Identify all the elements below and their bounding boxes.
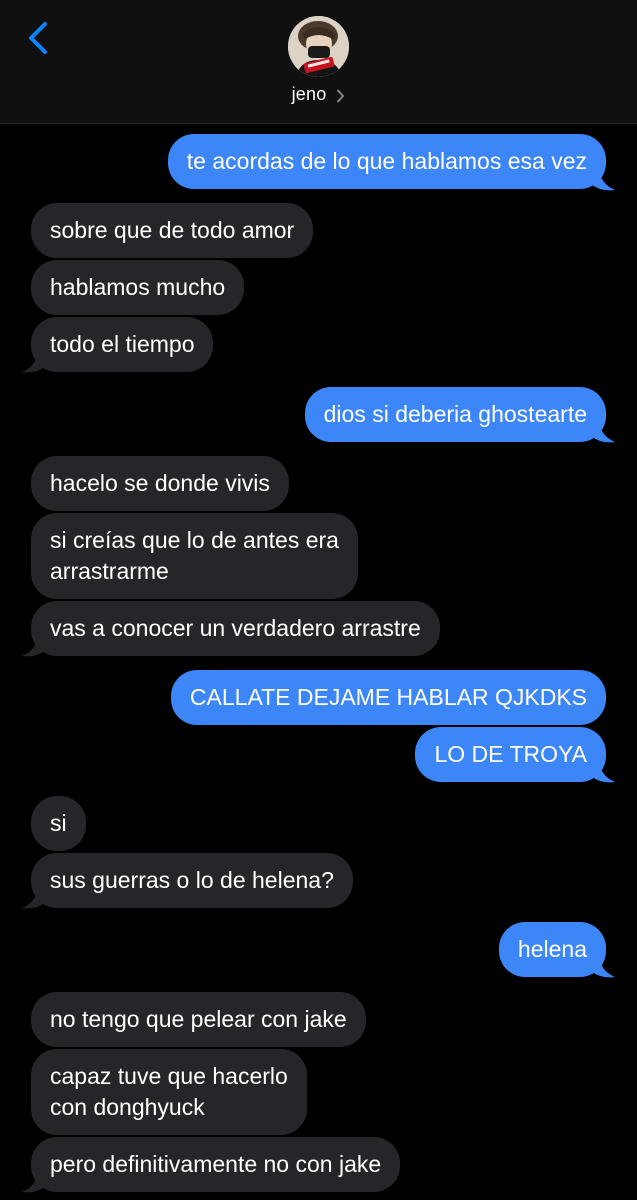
messages-screen: jeno te acordas de lo que hablamos esa v…	[0, 0, 637, 1200]
contact-info-button[interactable]: jeno	[0, 84, 637, 105]
message-bubble-incoming[interactable]: sus guerras o lo de helena?	[31, 853, 353, 908]
bubble-tail	[22, 888, 46, 909]
conversation-header: jeno	[0, 0, 637, 124]
chevron-right-icon	[336, 89, 345, 103]
message-text: sus guerras o lo de helena?	[50, 867, 334, 893]
message-bubble-incoming[interactable]: pero definitivamente no con jake	[31, 1137, 401, 1192]
message-text: dios si deberia ghostearte	[323, 401, 587, 427]
message-text: pero definitivamente no con jake	[50, 1151, 382, 1177]
bubble-tail	[22, 352, 46, 373]
bubble-tail	[591, 170, 615, 191]
message-text: te acordas de lo que hablamos esa vez	[186, 148, 587, 174]
message-text: CALLATE DEJAME HABLAR QJKDKS	[189, 684, 587, 710]
message-text: helena	[517, 936, 587, 962]
message-text: sobre que de todo amor	[50, 217, 295, 243]
message-bubble-outgoing[interactable]: te acordas de lo que hablamos esa vez	[167, 134, 606, 189]
avatar[interactable]	[288, 16, 349, 77]
chevron-left-icon	[27, 21, 49, 60]
bubble-tail	[591, 762, 615, 783]
message-bubble-incoming[interactable]: capaz tuve que hacerlo con donghyuck	[31, 1049, 307, 1135]
message-text-line: arrastrarme	[50, 558, 169, 584]
message-bubble-incoming[interactable]: si creías que lo de antes era arrastrarm…	[31, 513, 358, 599]
bubble-tail	[22, 1172, 46, 1193]
message-text: todo el tiempo	[50, 331, 195, 357]
message-bubble-incoming[interactable]: hacelo se donde vivis	[31, 456, 289, 511]
message-text: LO DE TROYA	[434, 741, 587, 767]
contact-name: jeno	[291, 84, 327, 104]
bubble-tail	[591, 422, 615, 443]
bubble-tail	[22, 636, 46, 657]
message-bubble-incoming[interactable]: no tengo que pelear con jake	[31, 992, 366, 1047]
message-bubble-incoming[interactable]: todo el tiempo	[31, 317, 214, 372]
message-text: hablamos mucho	[50, 274, 226, 300]
message-text: no tengo que pelear con jake	[50, 1006, 347, 1032]
bubble-tail	[591, 957, 615, 978]
message-bubble-outgoing[interactable]: CALLATE DEJAME HABLAR QJKDKS	[170, 670, 606, 725]
message-text-line: si creías que lo de antes era	[50, 527, 339, 553]
message-bubble-incoming[interactable]: hablamos mucho	[31, 260, 245, 315]
message-text: si	[50, 810, 67, 836]
message-text: vas a conocer un verdadero arrastre	[50, 615, 421, 641]
message-bubble-incoming[interactable]: vas a conocer un verdadero arrastre	[31, 601, 440, 656]
message-bubble-outgoing[interactable]: dios si deberia ghostearte	[304, 387, 606, 442]
message-bubble-incoming[interactable]: sobre que de todo amor	[31, 203, 314, 258]
message-bubble-outgoing[interactable]: LO DE TROYA	[415, 727, 606, 782]
message-text: hacelo se donde vivis	[50, 470, 270, 496]
message-text-line: con donghyuck	[50, 1094, 205, 1120]
back-button[interactable]	[18, 18, 58, 62]
message-text-line: capaz tuve que hacerlo	[50, 1063, 288, 1089]
message-bubble-incoming[interactable]: si	[31, 796, 86, 851]
message-bubble-outgoing[interactable]: helena	[498, 922, 606, 977]
